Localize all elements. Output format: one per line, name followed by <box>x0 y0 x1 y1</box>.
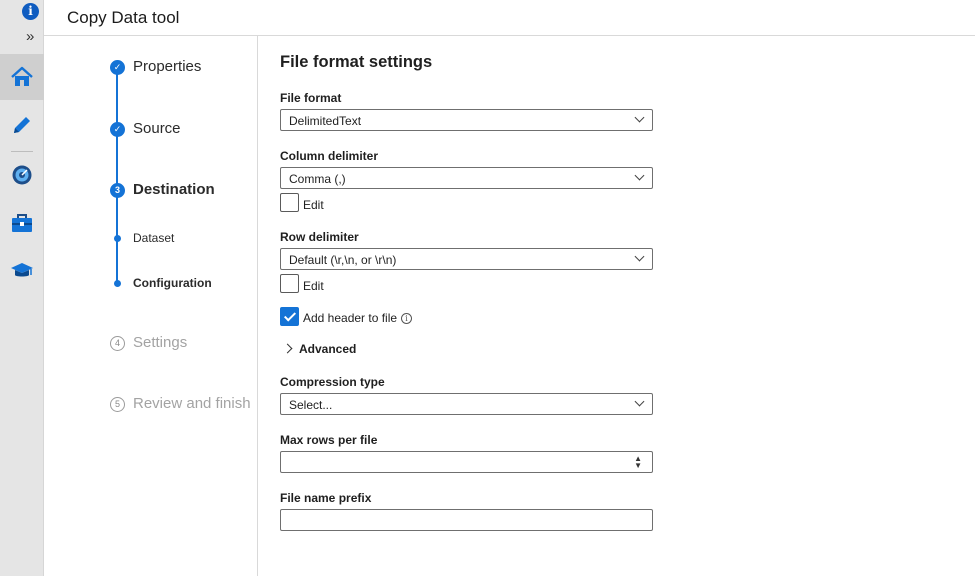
add-header-checkbox[interactable] <box>280 307 299 326</box>
row-delimiter-value: Default (\r,\n, or \r\n) <box>289 253 397 267</box>
row-delimiter-edit-label: Edit <box>303 279 324 293</box>
wizard-steps: ✓ Properties ✓ Source 3 Destination Data… <box>44 36 258 576</box>
add-header-label: Add header to file <box>303 311 398 325</box>
step-label: Dataset <box>133 231 175 245</box>
step-review-and-finish[interactable]: 5 Review and finish <box>44 395 258 421</box>
pencil-icon[interactable] <box>0 102 44 148</box>
chevron-down-icon <box>634 170 645 181</box>
compression-type-placeholder: Select... <box>289 398 333 412</box>
step-number: 5 <box>110 397 125 412</box>
advanced-label: Advanced <box>299 342 357 356</box>
step-settings[interactable]: 4 Settings <box>44 334 258 360</box>
step-label: Destination <box>133 181 215 198</box>
monitor-icon[interactable] <box>0 152 44 198</box>
file-format-settings-panel: File format settings File format Delimit… <box>280 36 970 576</box>
column-delimiter-label: Column delimiter <box>280 149 379 163</box>
step-properties[interactable]: ✓ Properties <box>44 58 258 84</box>
file-name-prefix-input[interactable] <box>280 509 653 531</box>
max-rows-label: Max rows per file <box>280 433 378 447</box>
max-rows-input[interactable]: ▲ ▼ <box>280 451 653 473</box>
step-label: Review and finish <box>133 395 251 412</box>
row-delimiter-edit-checkbox[interactable] <box>280 274 299 293</box>
step-label: Configuration <box>133 276 212 290</box>
expand-icon[interactable]: » <box>26 28 34 45</box>
step-number: 4 <box>110 336 125 351</box>
home-icon[interactable] <box>0 54 44 100</box>
compression-type-label: Compression type <box>280 375 385 389</box>
file-format-label: File format <box>280 91 342 105</box>
chevron-down-icon <box>634 396 645 407</box>
chevron-down-icon <box>634 251 645 262</box>
checkmark-icon <box>283 309 297 322</box>
left-nav-rail: i » <box>0 0 44 576</box>
column-delimiter-edit-checkbox[interactable] <box>280 193 299 212</box>
header-bar: Copy Data tool <box>44 0 975 36</box>
row-delimiter-label: Row delimiter <box>280 230 359 244</box>
step-label: Settings <box>133 334 188 351</box>
file-format-dropdown[interactable]: DelimitedText <box>280 109 653 131</box>
add-header-row: Add header to file i <box>303 311 413 325</box>
step-dot <box>114 235 121 242</box>
step-dot <box>114 280 121 287</box>
step-label: Properties <box>133 58 202 75</box>
chevron-down-icon <box>634 112 645 123</box>
check-icon: ✓ <box>110 60 125 75</box>
step-label: Source <box>133 120 181 137</box>
file-format-value: DelimitedText <box>289 114 362 128</box>
toolbox-icon[interactable] <box>0 200 44 246</box>
page-title: Copy Data tool <box>67 8 180 27</box>
learn-icon[interactable] <box>0 248 44 294</box>
info-icon[interactable]: i <box>401 313 413 324</box>
step-dataset[interactable]: Dataset <box>44 231 258 257</box>
step-configuration[interactable]: Configuration <box>44 276 258 302</box>
info-icon[interactable]: i <box>22 3 39 20</box>
file-name-prefix-label: File name prefix <box>280 491 372 505</box>
column-delimiter-dropdown[interactable]: Comma (,) <box>280 167 653 189</box>
column-delimiter-value: Comma (,) <box>289 172 346 186</box>
check-icon: ✓ <box>110 122 125 137</box>
column-delimiter-edit-label: Edit <box>303 198 324 212</box>
row-delimiter-dropdown[interactable]: Default (\r,\n, or \r\n) <box>280 248 653 270</box>
compression-type-dropdown[interactable]: Select... <box>280 393 653 415</box>
step-source[interactable]: ✓ Source <box>44 120 258 146</box>
section-title: File format settings <box>280 53 433 71</box>
number-stepper[interactable]: ▲ ▼ <box>634 455 642 470</box>
chevron-right-icon <box>282 343 293 354</box>
step-number: 3 <box>110 183 125 198</box>
step-destination[interactable]: 3 Destination <box>44 181 258 207</box>
